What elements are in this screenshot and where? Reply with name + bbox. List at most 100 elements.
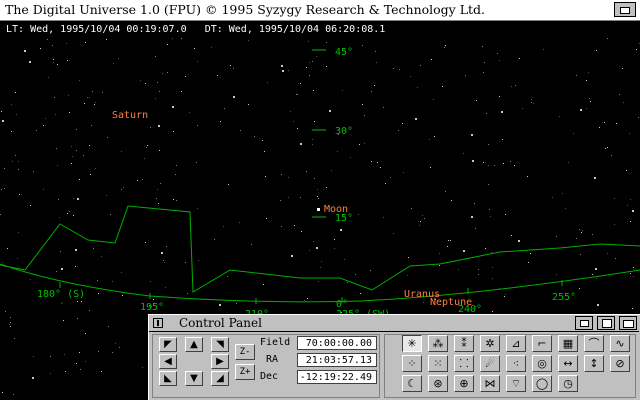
star: [616, 123, 617, 124]
dec-input[interactable]: -12:19:22.49: [297, 370, 377, 384]
star: [14, 338, 15, 339]
milky-way-icon[interactable]: ∿: [610, 335, 630, 352]
meteor-shower-icon[interactable]: ⁖: [506, 355, 526, 372]
control-panel-menu-button[interactable]: [153, 318, 163, 328]
star: [29, 61, 31, 63]
star: [36, 130, 37, 131]
azimuth-label-255: 255°: [552, 292, 576, 303]
star-display-icon[interactable]: ✳: [402, 335, 422, 352]
star: [10, 322, 11, 323]
star: [288, 177, 289, 178]
star: [458, 269, 459, 270]
pan-up-left-button[interactable]: ◤: [159, 337, 177, 352]
pan-left-button[interactable]: ◀: [159, 354, 177, 369]
horizon-step-icon[interactable]: ⌐: [532, 335, 552, 352]
star: [30, 205, 31, 206]
stars-limit-icon[interactable]: ⁑: [454, 335, 474, 352]
moon-phase-icon[interactable]: ☾: [402, 375, 422, 392]
pan-right-button[interactable]: ▶: [211, 354, 229, 369]
globe-icon[interactable]: ⊕: [454, 375, 474, 392]
star: [399, 69, 400, 70]
planet-disc-icon[interactable]: ⊛: [428, 375, 448, 392]
star: [580, 109, 582, 111]
control-panel-title-bar[interactable]: Control Panel: [149, 315, 639, 332]
star: [471, 134, 473, 136]
star: [110, 214, 111, 215]
star: [592, 274, 593, 275]
telescope-icon[interactable]: ⊿: [506, 335, 526, 352]
star: [60, 251, 61, 252]
star: [108, 326, 109, 327]
comet-icon[interactable]: ☄: [480, 355, 500, 372]
moon-marker[interactable]: [317, 208, 320, 211]
ellipse-orbit-icon[interactable]: ◯: [532, 375, 552, 392]
planet-ring-icon[interactable]: ⊘: [610, 355, 630, 372]
star: [172, 106, 174, 108]
star: [439, 265, 440, 266]
star: [112, 281, 113, 282]
star: [43, 189, 44, 190]
star: [1, 189, 2, 190]
satellite-icon[interactable]: ⋈: [480, 375, 500, 392]
field-input[interactable]: 70:00:00.00: [297, 336, 377, 350]
pan-down-right-button[interactable]: ◢: [211, 371, 229, 386]
star: [318, 198, 319, 199]
clock-icon[interactable]: ◷: [558, 375, 578, 392]
target-ring-icon[interactable]: ◎: [532, 355, 552, 372]
radar-icon[interactable]: ⌔: [506, 375, 526, 392]
pan-up-button[interactable]: ▲: [185, 337, 203, 352]
minimize-button[interactable]: [575, 316, 593, 330]
star: [214, 239, 215, 240]
coordinate-grid-icon[interactable]: ▦: [558, 335, 578, 352]
star: [355, 274, 356, 275]
star: [93, 248, 94, 249]
star: [79, 352, 80, 353]
star: [483, 72, 484, 73]
star-names-icon[interactable]: ✲: [480, 335, 500, 352]
star: [66, 43, 67, 44]
star: [251, 244, 252, 245]
star: [17, 258, 18, 259]
star: [15, 92, 16, 93]
nebula-field-icon[interactable]: ⁙: [428, 355, 448, 372]
star: [439, 253, 440, 254]
pan-down-button[interactable]: ▼: [185, 371, 203, 386]
mountain-horizon-icon[interactable]: ⌒: [584, 335, 604, 352]
star: [123, 187, 124, 188]
star: [102, 92, 103, 93]
star: [85, 42, 86, 43]
resize-vertical-icon[interactable]: ↕: [584, 355, 604, 372]
star: [65, 371, 66, 372]
horizon-silhouette: [0, 205, 640, 293]
close-button[interactable]: [619, 316, 637, 330]
zoom-in-button[interactable]: Z+: [235, 364, 255, 380]
maximize-button[interactable]: [597, 316, 615, 330]
star: [326, 187, 327, 188]
star: [579, 288, 580, 289]
zoom-out-button[interactable]: Z-: [235, 344, 255, 360]
star: [580, 254, 581, 255]
star: [510, 161, 511, 162]
star: [316, 247, 318, 249]
galaxy-cluster-icon[interactable]: ⸬: [454, 355, 474, 372]
deep-sky-objects-icon[interactable]: ⁘: [402, 355, 422, 372]
saturn-label[interactable]: Saturn: [112, 110, 148, 121]
star: [636, 49, 637, 50]
star: [511, 86, 512, 87]
star: [13, 394, 14, 395]
moon-label[interactable]: Moon: [324, 204, 348, 215]
pan-up-right-button[interactable]: ◥: [211, 337, 229, 352]
stars-magnitude-icon[interactable]: ⁂: [428, 335, 448, 352]
resize-horizontal-icon[interactable]: ↔: [558, 355, 578, 372]
star: [153, 299, 154, 300]
star: [630, 273, 631, 274]
star: [334, 239, 335, 240]
star: [101, 256, 102, 257]
ra-input[interactable]: 21:03:57.13: [297, 353, 377, 367]
star: [98, 293, 99, 294]
star: [121, 189, 122, 190]
pan-down-left-button[interactable]: ◣: [159, 371, 177, 386]
neptune-label[interactable]: Neptune: [430, 297, 472, 308]
star: [172, 38, 173, 39]
star: [491, 252, 492, 253]
